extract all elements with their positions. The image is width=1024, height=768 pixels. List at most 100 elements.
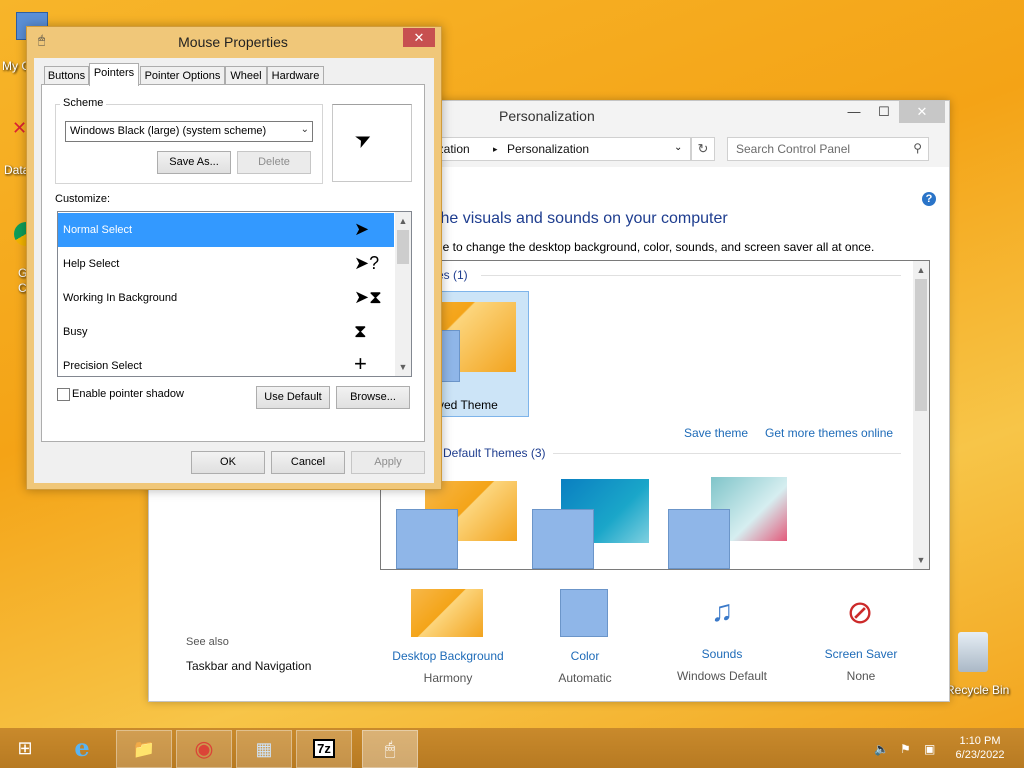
scroll-thumb[interactable] (397, 230, 409, 264)
scheme-value: Windows Black (large) (system scheme) (70, 125, 267, 137)
cancel-button[interactable]: Cancel (271, 451, 345, 474)
color-item[interactable]: Color Automatic (520, 589, 650, 685)
default-themes-header: Default Themes (3) (443, 446, 546, 460)
apply-button[interactable]: Apply (351, 451, 425, 474)
mouse-properties-dialog: 🖱 Mouse Properties ✕ Buttons Pointers Po… (26, 26, 442, 490)
7zip-icon[interactable]: 7z (296, 730, 352, 768)
tab-pointer-options[interactable]: Pointer Options (140, 66, 225, 85)
desktop-background-icon (411, 589, 483, 637)
divider (481, 275, 901, 276)
pointer-name: Help Select (63, 258, 120, 270)
get-more-themes-link[interactable]: Get more themes online (765, 426, 893, 440)
scroll-up-icon[interactable]: ▲ (395, 214, 411, 228)
search-box[interactable]: Search Control Panel ⚲ (727, 137, 929, 161)
pointer-shadow-label: Enable pointer shadow (72, 388, 184, 400)
network-icon[interactable]: ▣ (924, 742, 935, 756)
refresh-button[interactable]: ↻ (691, 137, 715, 161)
help-icon[interactable]: ? (922, 192, 936, 206)
list-item[interactable]: Working In Background ➤⧗ (58, 281, 394, 315)
browse-button[interactable]: Browse... (336, 386, 410, 409)
close-button[interactable]: ✕ (899, 101, 945, 123)
page-heading: the visuals and sounds on your computer (436, 210, 728, 227)
arrow-cursor-icon: ➤ (351, 126, 376, 154)
screen-saver-item[interactable]: ⊘ Screen Saver None (796, 589, 926, 683)
page-subheading: ne to change the desktop background, col… (436, 240, 875, 254)
list-item[interactable]: Help Select ➤? (58, 247, 394, 281)
themes-scrollbar[interactable]: ▲ ▼ (913, 261, 929, 569)
theme-lines-color-icon[interactable] (532, 509, 594, 569)
dialog-title: Mouse Properties (178, 34, 288, 50)
scheme-label: Scheme (60, 97, 107, 109)
action-center-icon[interactable]: ⚑ (900, 742, 911, 756)
chrome-icon[interactable]: ◉ (176, 730, 232, 768)
desktop-label-recycle-bin: Recycle Bin (946, 683, 1010, 697)
sounds-icon: ♫ (710, 595, 734, 628)
color-icon (560, 589, 608, 637)
window-title: Personalization (499, 108, 595, 124)
pointer-name: Busy (63, 326, 88, 338)
tab-wheel[interactable]: Wheel (225, 66, 267, 85)
chevron-down-icon: ⌄ (300, 124, 309, 135)
file-explorer-icon[interactable]: 📁 (116, 730, 172, 768)
chevron-down-icon[interactable]: ⌄ (674, 142, 682, 153)
volume-muted-icon[interactable]: 🔈 (874, 742, 889, 756)
internet-explorer-icon[interactable]: e (55, 730, 109, 766)
use-default-button[interactable]: Use Default (256, 386, 330, 409)
control-panel-icon[interactable]: ▦ (236, 730, 292, 768)
scheme-group: Scheme Windows Black (large) (system sch… (55, 97, 323, 184)
list-item[interactable]: Normal Select ➤ (58, 213, 394, 247)
delete-button[interactable]: Delete (237, 151, 311, 174)
list-item[interactable]: Precision Select + (58, 349, 394, 376)
scroll-thumb[interactable] (915, 279, 927, 411)
refresh-icon: ↻ (697, 141, 709, 156)
tab-pointers[interactable]: Pointers (89, 63, 139, 86)
scroll-down-icon[interactable]: ▼ (913, 553, 929, 567)
busy-cursor-icon: ⧗ (354, 321, 367, 341)
pointer-list-scrollbar[interactable]: ▲ ▼ (395, 212, 411, 376)
7zip-label: 7z (313, 739, 335, 758)
scheme-select[interactable]: Windows Black (large) (system scheme) ⌄ (65, 121, 313, 142)
pointer-preview: ➤ (332, 104, 412, 182)
themes-list[interactable]: es (1) ved Theme Save theme Get more the… (380, 260, 930, 570)
arrow-cursor-icon: ➤ (354, 219, 370, 239)
screen-saver-value: None (846, 669, 876, 683)
folder-shortcut-icon[interactable]: ✕ (12, 118, 27, 138)
list-item[interactable]: Busy ⧗ (58, 315, 394, 349)
pointer-name: Working In Background (63, 292, 178, 304)
pointer-shadow-checkbox[interactable] (57, 388, 70, 401)
pointer-list[interactable]: Normal Select ➤ Help Select ➤? Working I… (57, 211, 412, 377)
start-button[interactable]: ⊞ (0, 730, 50, 766)
sounds-value: Windows Default (676, 669, 768, 683)
breadcrumb-current[interactable]: Personalization (507, 142, 589, 156)
ok-button[interactable]: OK (191, 451, 265, 474)
mouse-icon[interactable]: 🖱 (362, 730, 418, 768)
customize-label: Customize: (55, 193, 111, 205)
tab-buttons[interactable]: Buttons (44, 66, 89, 85)
save-as-button[interactable]: Save As... (157, 151, 231, 174)
maximize-button[interactable]: ☐ (869, 101, 899, 123)
see-also-label: See also (186, 636, 229, 648)
theme-flowers-color-icon[interactable] (668, 509, 730, 569)
clock[interactable]: 1:10 PM 6/23/2022 (952, 734, 1008, 762)
sounds-item[interactable]: ♫ Sounds Windows Default (657, 589, 787, 683)
recycle-bin-icon[interactable] (958, 632, 988, 672)
save-theme-link[interactable]: Save theme (684, 426, 748, 440)
taskbar-navigation-link[interactable]: Taskbar and Navigation (186, 659, 311, 673)
unsaved-theme-label: ved Theme (438, 398, 498, 412)
minimize-button[interactable]: — (839, 101, 869, 123)
pointers-panel: Scheme Windows Black (large) (system sch… (41, 84, 425, 442)
working-cursor-icon: ➤⧗ (354, 287, 382, 307)
help-cursor-icon: ➤? (354, 253, 380, 273)
desktop-background-item[interactable]: Desktop Background Harmony (383, 589, 513, 685)
search-input[interactable]: Search Control Panel (736, 142, 850, 156)
screen-saver-icon: ⊘ (846, 594, 874, 630)
close-button[interactable]: ✕ (403, 28, 435, 47)
color-label: Color (570, 649, 600, 663)
tab-hardware[interactable]: Hardware (267, 66, 324, 85)
scroll-down-icon[interactable]: ▼ (395, 360, 411, 374)
taskbar: ⊞ e 📁 ◉ ▦ 7z 🖱 🔈 ⚑ ▣ 1:10 PM 6/23/2022 (0, 728, 1024, 768)
sounds-label: Sounds (701, 647, 743, 661)
search-icon[interactable]: ⚲ (913, 141, 922, 155)
theme-windows-color-icon[interactable] (396, 509, 458, 569)
scroll-up-icon[interactable]: ▲ (913, 263, 929, 277)
